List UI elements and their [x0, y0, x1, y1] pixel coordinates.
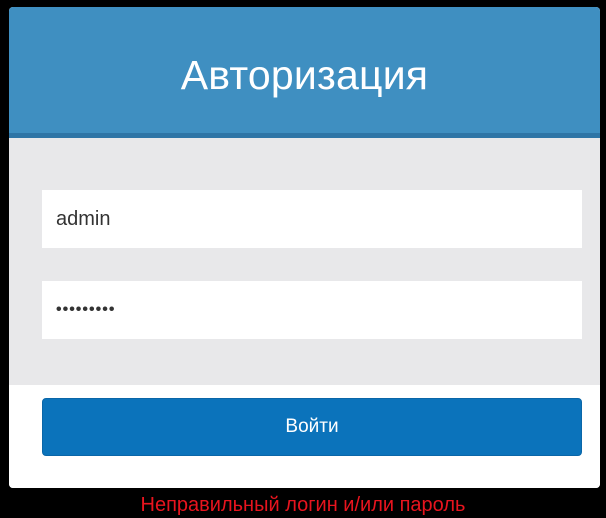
login-form: admin •••••••••: [9, 138, 600, 385]
login-input[interactable]: admin: [42, 190, 582, 248]
page-title: Авторизация: [180, 51, 429, 98]
password-input[interactable]: •••••••••: [42, 281, 582, 339]
login-footer: Войти: [9, 385, 600, 488]
error-message: Неправильный логин и/или пароль: [140, 494, 466, 516]
login-button[interactable]: Войти: [42, 398, 582, 456]
page-background: Авторизация admin ••••••••• Войти Неправ…: [0, 0, 606, 518]
login-card: Авторизация admin ••••••••• Войти: [9, 7, 600, 488]
login-header: Авторизация: [9, 7, 600, 138]
